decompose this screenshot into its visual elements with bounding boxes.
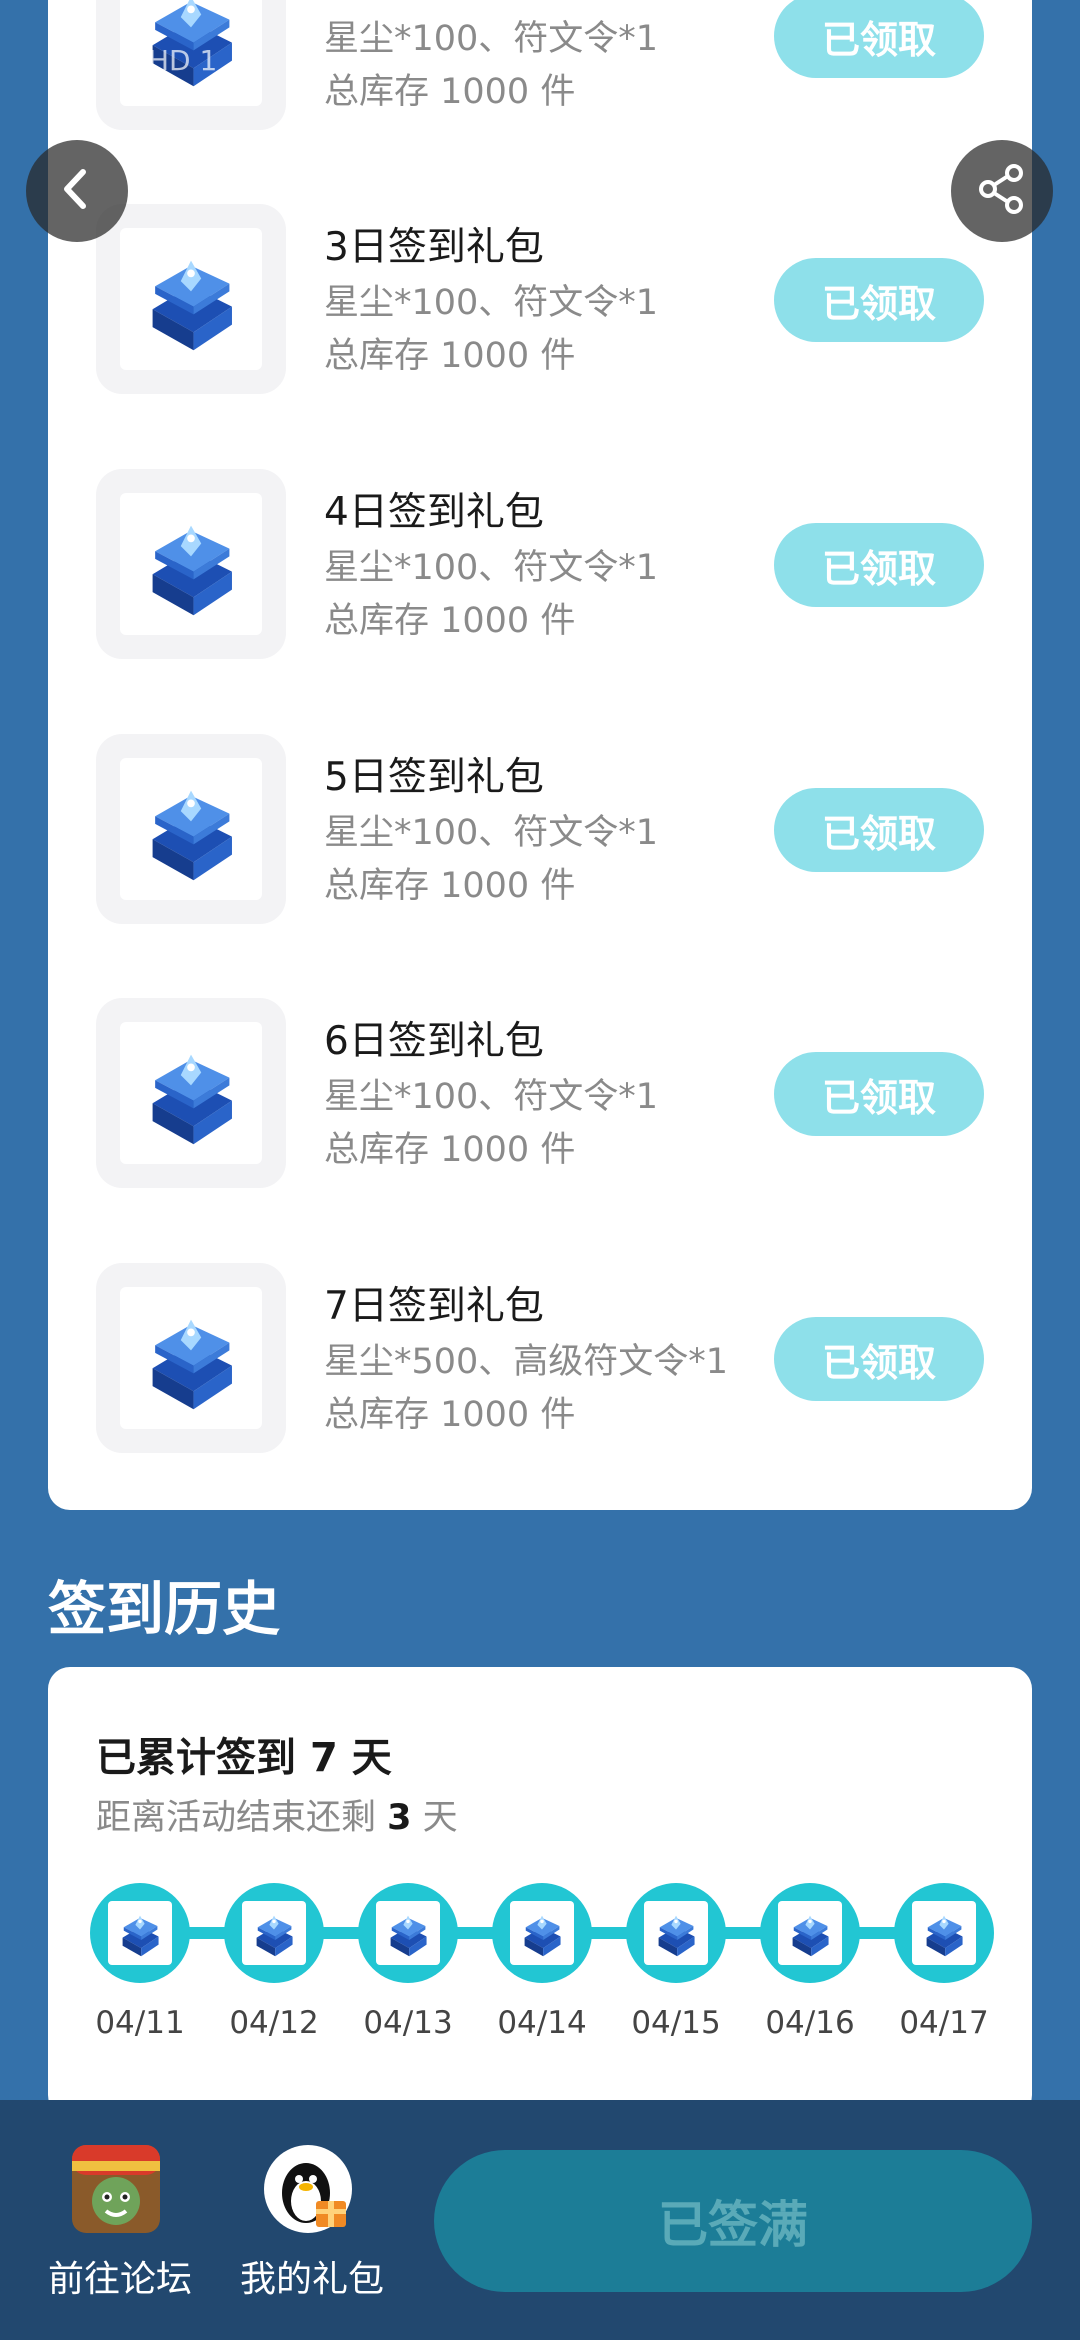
gift-stock: 总库存 1000 件 [324, 866, 576, 906]
treasure-chest-icon [120, 493, 262, 635]
gift-row: 6日签到礼包星尘*100、符文令*1 总库存 1000 件 已领取 [48, 990, 1032, 1190]
claimed-button[interactable]: 已领取 [774, 1317, 984, 1401]
treasure-chest-icon [120, 1022, 262, 1164]
gift-thumbnail [96, 734, 286, 924]
my-gifts-label: 我的礼包 [239, 2259, 384, 2300]
gift-description: 星尘*100、符文令*1 [324, 813, 659, 853]
gift-stock: 总库存 1000 件 [324, 72, 576, 112]
share-icon [974, 161, 1030, 221]
treasure-chest-icon [912, 1901, 976, 1965]
claimed-button[interactable]: 已领取 [774, 0, 984, 78]
treasure-chest-icon [778, 1901, 842, 1965]
forum-label: 前往论坛 [47, 2259, 192, 2300]
timeline-date-label: 04/12 [229, 2005, 319, 2041]
gift-list-card: 2日签到礼包星尘*100、符文令*1总库存 1000 件已领取3日签到礼包星尘*… [48, 0, 1032, 1510]
history-total-prefix: 已累计签到 [96, 1735, 310, 1781]
gift-title: 3日签到礼包 [324, 225, 544, 270]
treasure-chest-icon [376, 1901, 440, 1965]
history-remaining-days: 距离活动结束还剩 3 天 [96, 1789, 458, 1840]
history-card: 已累计签到 7 天 距离活动结束还剩 3 天 04/11 04/12 04/13 04… [48, 1667, 1032, 2117]
timeline-date-label: 04/14 [497, 2005, 587, 2041]
my-gifts-nav-item[interactable]: 我的礼包 [212, 2100, 412, 2340]
timeline-day-marker [626, 1883, 726, 1983]
penguin-gift-icon [264, 2145, 352, 2233]
timeline-day-marker [224, 1883, 324, 1983]
gift-row: 7日签到礼包星尘*500、高级符文令*1 总库存 1000 件 已领取 [48, 1255, 1032, 1455]
gift-row: 4日签到礼包星尘*100、符文令*1 总库存 1000 件 已领取 [48, 461, 1032, 661]
gift-description: 星尘*100、符文令*1 [324, 283, 659, 323]
gift-thumbnail [96, 469, 286, 659]
timeline-day-marker [358, 1883, 458, 1983]
timeline-date-label: 04/15 [631, 2005, 721, 2041]
back-button[interactable] [26, 140, 128, 242]
treasure-chest-icon [510, 1901, 574, 1965]
claimed-button[interactable]: 已领取 [774, 1052, 984, 1136]
gift-title: 6日签到礼包 [324, 1019, 544, 1064]
history-section-title: 签到历史 [48, 1575, 281, 1643]
history-remaining-prefix: 距离活动结束还剩 [96, 1798, 388, 1838]
gift-description: 星尘*100、符文令*1 [324, 19, 659, 59]
gift-description: 星尘*500、高级符文令*1 [324, 1342, 729, 1382]
timeline-date-label: 04/16 [765, 2005, 855, 2041]
history-total-days: 已累计签到 7 天 [96, 1725, 392, 1783]
claimed-button[interactable]: 已领取 [774, 523, 984, 607]
gift-thumbnail [96, 998, 286, 1188]
gift-title: 7日签到礼包 [324, 1284, 544, 1329]
chevron-left-icon [52, 164, 102, 218]
history-total-suffix: 天 [337, 1735, 392, 1781]
claimed-button[interactable]: 已领取 [774, 788, 984, 872]
timeline-day-marker [894, 1883, 994, 1983]
gift-thumbnail [96, 1263, 286, 1453]
history-remaining-count: 3 [387, 1798, 412, 1838]
timeline-day-marker [90, 1883, 190, 1983]
gift-description: 星尘*100、符文令*1 [324, 1077, 659, 1117]
gift-title: 2日签到礼包 [324, 0, 544, 8]
gift-title: 5日签到礼包 [324, 755, 544, 800]
treasure-chest-icon [120, 758, 262, 900]
gift-stock: 总库存 1000 件 [324, 601, 576, 641]
timeline-day-marker [760, 1883, 860, 1983]
gift-description: 星尘*100、符文令*1 [324, 548, 659, 588]
bottom-action-bar: 前往论坛 我的礼包 已签满 [0, 2100, 1080, 2340]
timeline-date-label: 04/13 [363, 2005, 453, 2041]
treasure-chest-icon [120, 1287, 262, 1429]
history-total-count: 7 [309, 1735, 338, 1781]
forum-nav-item[interactable]: 前往论坛 [20, 2100, 220, 2340]
share-button[interactable] [951, 140, 1053, 242]
history-remaining-suffix: 天 [411, 1798, 458, 1838]
signed-full-button[interactable]: 已签满 [434, 2150, 1032, 2292]
timeline-date-label: 04/17 [899, 2005, 989, 2041]
gift-stock: 总库存 1000 件 [324, 336, 576, 376]
game-avatar-icon [72, 2145, 160, 2233]
treasure-chest-icon [242, 1901, 306, 1965]
gift-row: 5日签到礼包星尘*100、符文令*1 总库存 1000 件 已领取 [48, 726, 1032, 926]
treasure-chest-icon [108, 1901, 172, 1965]
timeline-date-label: 04/11 [95, 2005, 185, 2041]
gift-thumbnail [96, 204, 286, 394]
timeline-day-marker [492, 1883, 592, 1983]
claimed-button[interactable]: 已领取 [774, 258, 984, 342]
treasure-chest-icon [120, 228, 262, 370]
gift-stock: 总库存 1000 件 [324, 1395, 576, 1435]
gift-title: 4日签到礼包 [324, 490, 544, 535]
gift-row: 3日签到礼包星尘*100、符文令*1 总库存 1000 件 已领取 [48, 196, 1032, 396]
gift-stock: 总库存 1000 件 [324, 1130, 576, 1170]
status-bar-overlay: HD 1 [148, 44, 218, 77]
treasure-chest-icon [644, 1901, 708, 1965]
